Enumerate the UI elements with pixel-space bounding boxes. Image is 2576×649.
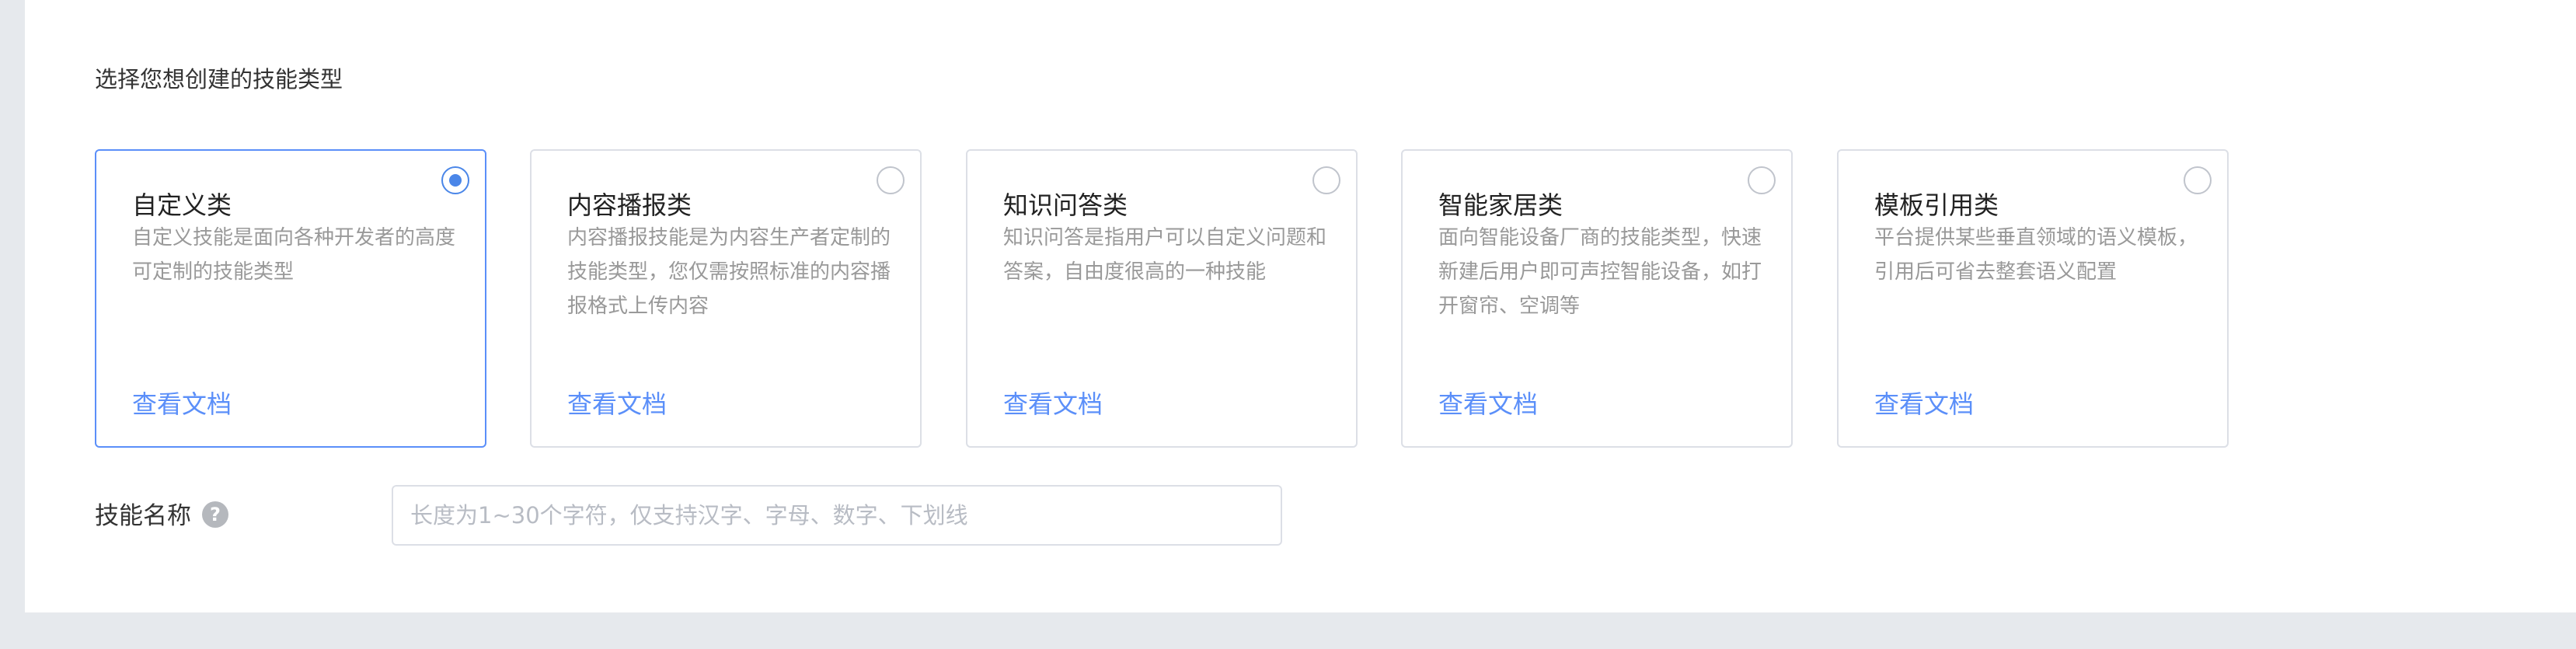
- radio-button[interactable]: [441, 166, 469, 194]
- view-docs-link[interactable]: 查看文档: [1003, 386, 1103, 423]
- view-docs-link[interactable]: 查看文档: [1438, 386, 1538, 423]
- card-title: 自定义类: [132, 190, 232, 220]
- radio-button[interactable]: [2184, 166, 2212, 194]
- card-description: 知识问答是指用户可以自定义问题和答案，自由度很高的一种技能: [1003, 226, 1327, 284]
- skill-type-card-custom[interactable]: 自定义类 自定义技能是面向各种开发者的高度可定制的技能类型 查看文档: [95, 149, 486, 448]
- radio-selected-dot: [449, 174, 462, 187]
- card-title: 内容播报类: [567, 190, 692, 220]
- skill-type-card-content-broadcast[interactable]: 内容播报类 内容播报技能是为内容生产者定制的技能类型，您仅需按照标准的内容播报格…: [530, 149, 922, 448]
- skill-type-card-smart-home[interactable]: 智能家居类 面向智能设备厂商的技能类型，快速新建后用户即可声控智能设备，如打开窗…: [1401, 149, 1793, 448]
- card-description: 平台提供某些垂直领域的语义模板，引用后可省去整套语义配置: [1874, 226, 2198, 284]
- card-title: 智能家居类: [1438, 190, 1563, 220]
- view-docs-link[interactable]: 查看文档: [1874, 386, 1974, 423]
- card-title: 知识问答类: [1003, 190, 1128, 220]
- view-docs-link[interactable]: 查看文档: [567, 386, 667, 423]
- skill-type-card-template[interactable]: 模板引用类 平台提供某些垂直领域的语义模板，引用后可省去整套语义配置 查看文档: [1837, 149, 2229, 448]
- card-description: 自定义技能是面向各种开发者的高度可定制的技能类型: [132, 226, 456, 284]
- card-title: 模板引用类: [1874, 190, 1999, 220]
- section-title: 选择您想创建的技能类型: [95, 66, 343, 92]
- radio-button[interactable]: [877, 166, 905, 194]
- skill-name-label: 技能名称: [95, 502, 191, 530]
- view-docs-link[interactable]: 查看文档: [132, 386, 232, 423]
- skill-type-card-knowledge-qa[interactable]: 知识问答类 知识问答是指用户可以自定义问题和答案，自由度很高的一种技能 查看文档: [966, 149, 1358, 448]
- question-circle-icon[interactable]: ?: [202, 501, 228, 528]
- card-description: 面向智能设备厂商的技能类型，快速新建后用户即可声控智能设备，如打开窗帘、空调等: [1438, 226, 1762, 318]
- card-description: 内容播报技能是为内容生产者定制的技能类型，您仅需按照标准的内容播报格式上传内容: [567, 226, 891, 318]
- radio-button[interactable]: [1312, 166, 1340, 194]
- skill-name-input[interactable]: [392, 485, 1282, 546]
- radio-button[interactable]: [1748, 166, 1776, 194]
